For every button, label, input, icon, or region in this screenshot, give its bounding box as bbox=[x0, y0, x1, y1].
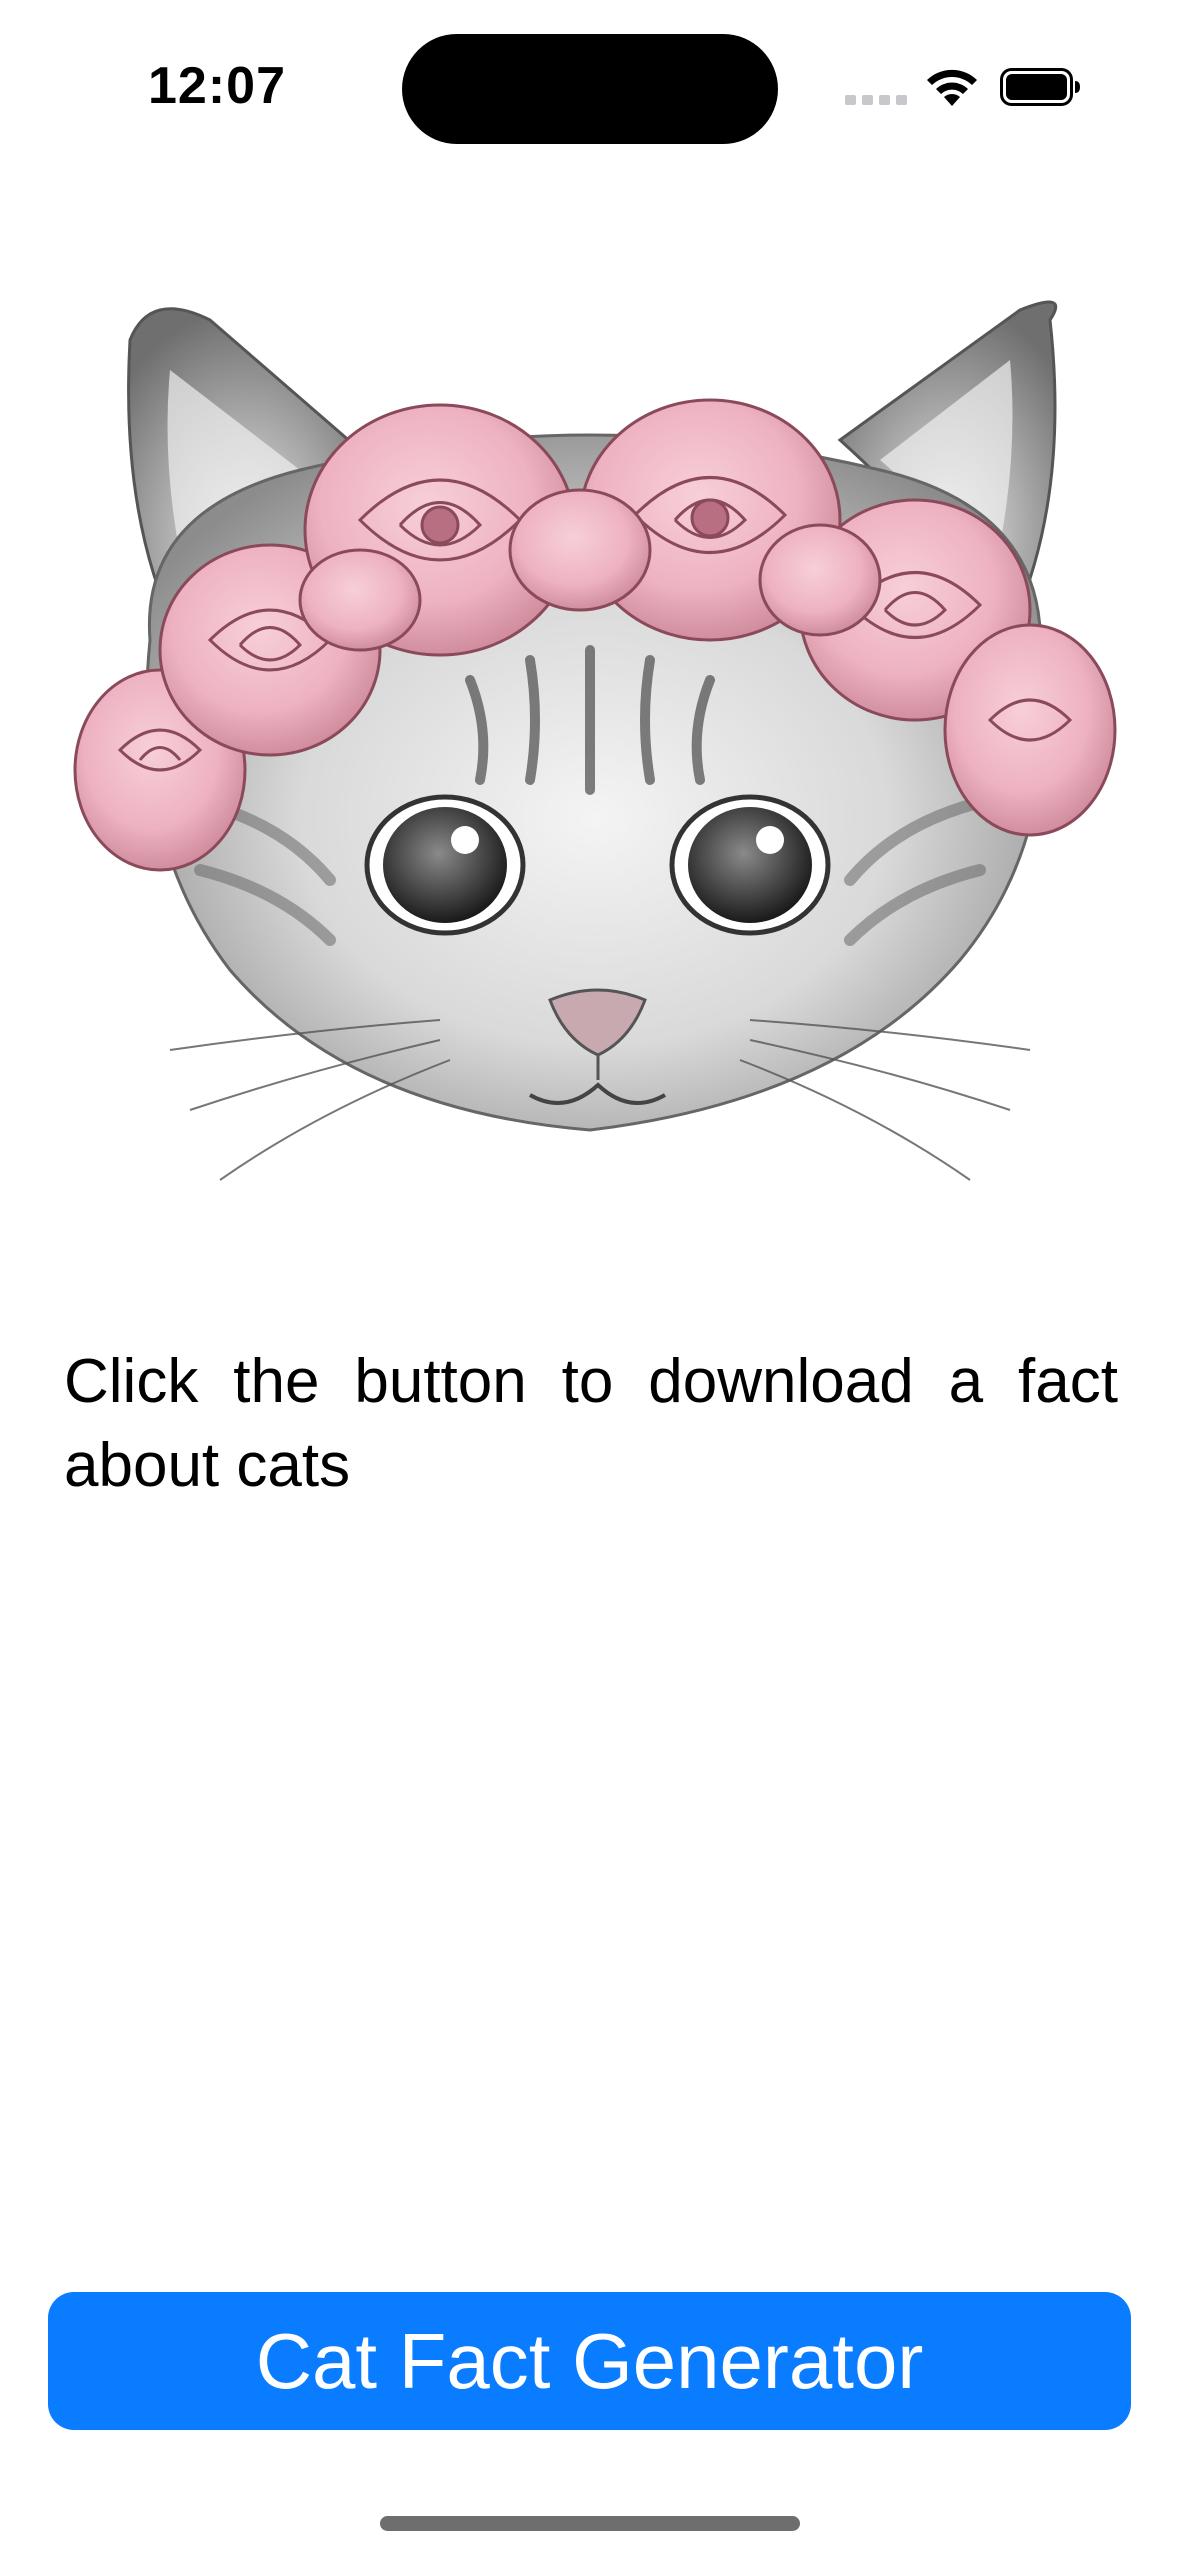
dynamic-island bbox=[402, 34, 778, 144]
app-screen: 12:07 Click the button to download a fac… bbox=[0, 0, 1179, 2556]
fact-text: Click the button to download a fact abou… bbox=[64, 1347, 1118, 1500]
cat-illustration bbox=[73, 300, 1117, 1181]
battery-icon bbox=[1000, 68, 1080, 106]
status-time: 12:07 bbox=[148, 57, 286, 115]
cat-fact-generator-button[interactable]: Cat Fact Generator bbox=[48, 2292, 1131, 2430]
cellular-signal-icon bbox=[845, 95, 907, 105]
status-bar: 12:07 bbox=[0, 0, 1179, 150]
home-indicator[interactable] bbox=[380, 2516, 800, 2531]
wifi-icon bbox=[927, 69, 977, 106]
